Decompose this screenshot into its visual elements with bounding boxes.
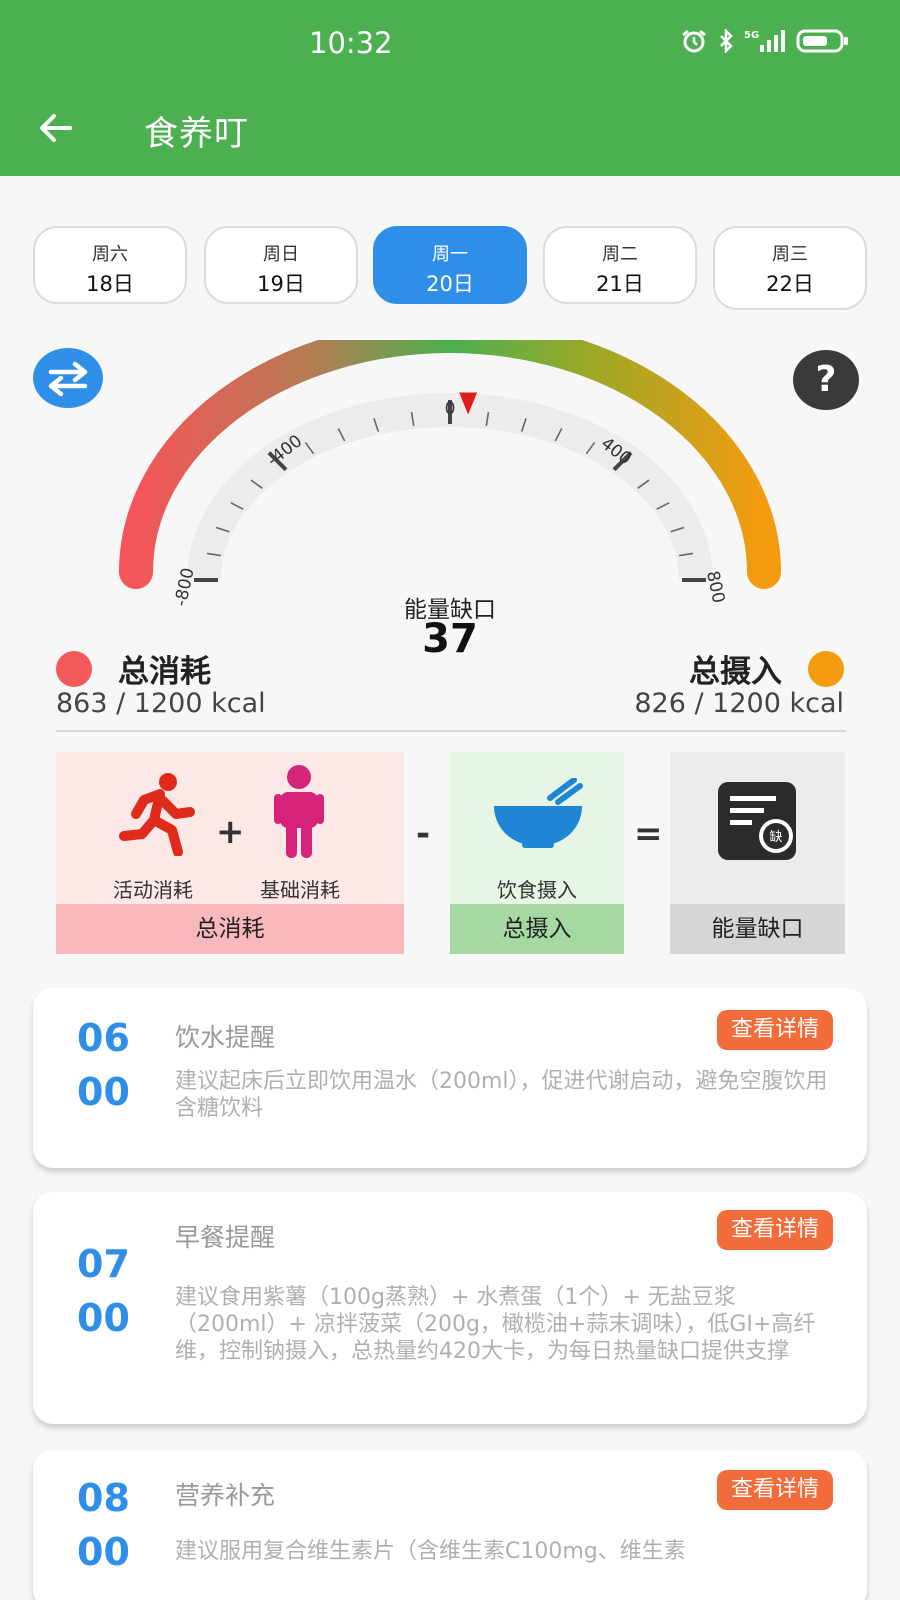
minus-operator: - [416, 814, 431, 854]
battery-icon [796, 29, 848, 53]
equals-operator: = [634, 814, 663, 854]
burn-formula-box: + 活动消耗 基础消耗 总消耗 [56, 752, 404, 954]
help-button[interactable]: ? [793, 350, 859, 410]
signal-5g-icon: 5G [744, 30, 785, 52]
arrow-left-icon [40, 114, 72, 142]
basal-burn-label: 基础消耗 [260, 878, 340, 902]
burn-dot [56, 651, 92, 687]
swap-arrows-icon [48, 361, 88, 397]
gap-icon-char: 缺 [769, 830, 782, 845]
date-chip-week: 周一 [432, 244, 468, 265]
date-chip-week: 周三 [772, 244, 808, 265]
view-details-button[interactable]: 查看详情 [716, 1210, 833, 1250]
diet-intake-label: 饮食摄入 [497, 878, 577, 902]
bowl-icon [494, 778, 583, 848]
status-time: 10:32 [309, 26, 393, 60]
card-title: 营养补充 [175, 1481, 276, 1510]
total-burn-title: 总消耗 [118, 654, 211, 690]
gauge-tick-labels: -800 -400 0 400 800 [171, 399, 728, 608]
gap-formula-box: 缺 能量缺口 [670, 752, 845, 954]
intake-dot [808, 651, 844, 687]
plus-operator: + [216, 812, 245, 852]
app-bar: 10:32 5G 食养叮 [0, 0, 900, 176]
date-chip-19[interactable]: 周日 19日 [204, 226, 358, 304]
date-chip-day: 22日 [766, 272, 814, 296]
back-button[interactable] [34, 106, 78, 150]
date-chip-day: 21日 [596, 272, 644, 296]
gap-footer-label: 能量缺口 [670, 904, 845, 954]
date-chip-week: 周六 [92, 244, 128, 265]
swap-button[interactable] [33, 348, 103, 408]
date-chip-week: 周日 [263, 244, 299, 265]
date-chip-day: 19日 [257, 272, 305, 296]
divider [56, 730, 846, 732]
card-title: 早餐提醒 [175, 1223, 276, 1252]
reminder-card[interactable]: 08 00 营养补充 查看详情 建议服用复合维生素片（含维生素C100mg、维生… [33, 1450, 867, 1600]
card-description: 建议起床后立即饮用温水（200ml），促进代谢启动，避免空腹饮用含糖饮料 [175, 1069, 828, 1121]
gauge-inner-track [187, 393, 713, 581]
date-chip-21[interactable]: 周二 21日 [543, 226, 697, 304]
view-details-button[interactable]: 查看详情 [716, 1010, 833, 1050]
gauge-ticks [194, 400, 706, 582]
total-burn-value: 863 / 1200 kcal [56, 688, 266, 719]
svg-text:5G: 5G [744, 30, 759, 41]
date-chip-day: 20日 [426, 272, 474, 296]
total-intake-title: 总摄入 [689, 654, 782, 690]
card-hour: 06 [77, 1016, 130, 1060]
view-details-button[interactable]: 查看详情 [716, 1470, 833, 1510]
gauge-tick-label: 0 [445, 399, 456, 419]
intake-footer-label: 总摄入 [450, 904, 624, 954]
date-chip-20-selected[interactable]: 周一 20日 [373, 226, 527, 304]
running-person-icon [119, 773, 195, 856]
gap-report-icon: 缺 [718, 782, 796, 860]
date-chip-22[interactable]: 周三 22日 [713, 226, 867, 310]
standing-person-icon [274, 765, 324, 858]
date-chip-day: 18日 [86, 272, 134, 296]
alarm-icon [682, 29, 706, 53]
card-title: 饮水提醒 [175, 1023, 276, 1052]
activity-burn-label: 活动消耗 [113, 878, 193, 902]
bluetooth-icon [720, 29, 733, 53]
total-intake-value: 826 / 1200 kcal [634, 688, 844, 719]
page-title: 食养叮 [144, 114, 249, 154]
card-description: 建议食用紫薯（100g蒸熟）+ 水煮蛋（1个）+ 无盐豆浆（200ml）+ 凉拌… [175, 1285, 816, 1364]
card-minute: 00 [77, 1070, 130, 1114]
reminder-card[interactable]: 07 00 早餐提醒 查看详情 建议食用紫薯（100g蒸熟）+ 水煮蛋（1个）+… [33, 1192, 867, 1424]
burn-footer-label: 总消耗 [56, 904, 404, 954]
card-minute: 00 [77, 1530, 130, 1574]
intake-formula-box: 饮食摄入 总摄入 [450, 752, 624, 954]
date-chip-18[interactable]: 周六 18日 [33, 226, 187, 304]
card-hour: 07 [77, 1242, 130, 1286]
question-icon: ? [815, 359, 837, 400]
date-chip-week: 周二 [602, 244, 638, 265]
card-description: 建议服用复合维生素片（含维生素C100mg、维生素 [175, 1539, 686, 1564]
card-minute: 00 [77, 1296, 130, 1340]
status-icons: 5G [680, 28, 850, 54]
card-hour: 08 [77, 1476, 130, 1520]
reminder-card[interactable]: 06 00 饮水提醒 查看详情 建议起床后立即饮用温水（200ml），促进代谢启… [33, 988, 867, 1168]
energy-gap-gauge: -800 -400 0 400 800 [119, 340, 781, 608]
